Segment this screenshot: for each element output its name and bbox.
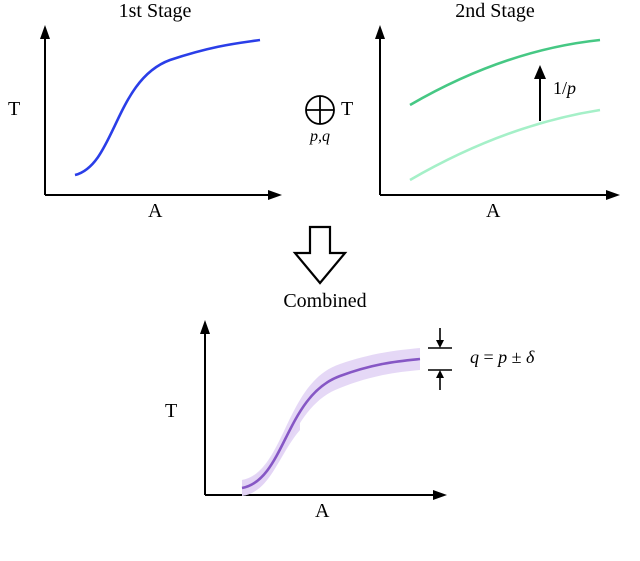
panel2-title: 2nd Stage — [420, 0, 570, 23]
combine-op-label: p,q — [305, 128, 335, 146]
panel2-arrow-label: 1/p — [553, 78, 576, 99]
panel3-ylabel: T — [165, 400, 177, 423]
panel2-plot — [355, 25, 630, 215]
panel1-ylabel: T — [8, 98, 20, 121]
panel1-title: 1st Stage — [80, 0, 230, 23]
panel3-xlabel: A — [315, 500, 329, 523]
panel3-title: Combined — [250, 290, 400, 313]
combine-op-icon — [300, 90, 340, 130]
stage1-curve — [75, 40, 260, 175]
panel3-equation: q = p ± δ — [470, 347, 534, 368]
stage2-curve-lower — [410, 110, 600, 180]
down-arrow-icon — [293, 225, 347, 290]
panel3-plot — [180, 320, 460, 520]
panel1-xlabel: A — [148, 200, 162, 223]
panel2-xlabel: A — [486, 200, 500, 223]
panel1-plot — [20, 25, 290, 215]
panel2-ylabel: T — [341, 98, 353, 121]
